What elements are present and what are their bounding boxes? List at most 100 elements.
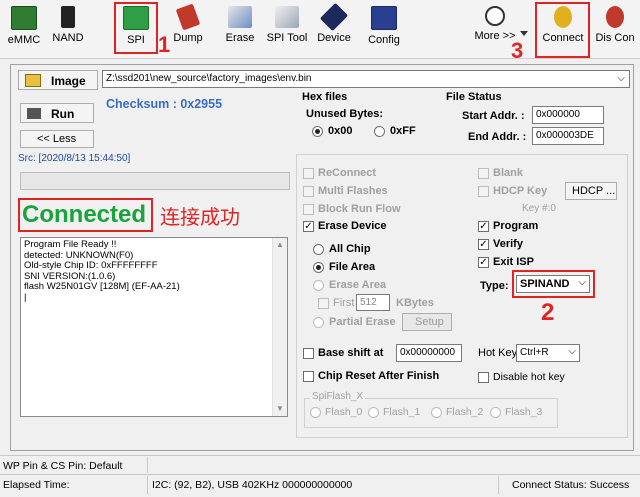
status-divider bbox=[0, 474, 640, 475]
erase-area-label: Erase Area bbox=[329, 279, 387, 291]
more-dropdown-arrow-icon bbox=[520, 31, 528, 36]
src-timestamp: Src: [2020/8/13 15:44:50] bbox=[18, 153, 131, 164]
hot-key-select[interactable]: Ctrl+R ⌵ bbox=[516, 344, 580, 362]
flash0-radio[interactable] bbox=[310, 407, 321, 418]
elapsed-time-label: Elapsed Time: bbox=[3, 479, 70, 491]
first-kbytes-field[interactable]: 512 bbox=[356, 294, 390, 311]
toolbar-erase-button[interactable]: Erase bbox=[218, 4, 262, 54]
file-area-radio[interactable] bbox=[313, 262, 324, 273]
annotation-number-3: 3 bbox=[511, 38, 524, 63]
status-divider bbox=[498, 476, 499, 494]
all-chip-label: All Chip bbox=[329, 243, 371, 255]
disconnect-icon bbox=[606, 6, 624, 28]
file-status-title: File Status bbox=[446, 91, 502, 103]
blank-label: Blank bbox=[493, 167, 523, 179]
toolbar-dump-button[interactable]: Dump bbox=[166, 3, 210, 54]
type-select[interactable]: SPINAND ⌵ bbox=[516, 275, 590, 293]
status-divider bbox=[0, 455, 640, 456]
flash1-radio[interactable] bbox=[368, 407, 379, 418]
annotation-connected-cn: 连接成功 bbox=[160, 205, 240, 229]
emmc-chip-icon bbox=[11, 6, 37, 30]
device-icon bbox=[319, 2, 349, 32]
status-divider bbox=[147, 476, 148, 494]
partial-erase-radio[interactable] bbox=[313, 317, 324, 328]
hdcp-key-label: HDCP Key bbox=[493, 185, 548, 197]
annotation-box-spi bbox=[114, 2, 158, 54]
checksum-label: Checksum : 0x2955 bbox=[106, 97, 223, 111]
disable-hot-key-checkbox[interactable] bbox=[478, 372, 489, 383]
toolbar-device-button[interactable]: Device bbox=[312, 2, 356, 54]
base-shift-checkbox[interactable] bbox=[303, 348, 314, 359]
chip-reset-checkbox[interactable] bbox=[303, 371, 314, 382]
disable-hot-key-label: Disable hot key bbox=[493, 371, 565, 383]
start-addr-label: Start Addr. : bbox=[462, 110, 525, 122]
image-path-value: Z:\ssd201\new_source\factory_images\env.… bbox=[106, 73, 312, 84]
config-icon bbox=[371, 6, 397, 30]
image-button[interactable]: Image bbox=[18, 70, 98, 90]
run-icon bbox=[27, 108, 41, 119]
flash3-radio[interactable] bbox=[490, 407, 501, 418]
radio-0xff[interactable] bbox=[374, 126, 385, 137]
unused-bytes-label: Unused Bytes: bbox=[306, 108, 384, 120]
i2c-usb-status: I2C: (92, B2), USB 402KHz 000000000000 bbox=[152, 479, 353, 491]
toolbar-nand-button[interactable]: NAND bbox=[48, 4, 88, 54]
toolbar-emmc-button[interactable]: eMMC bbox=[4, 4, 44, 54]
erase-area-radio[interactable] bbox=[313, 280, 324, 291]
toolbar-config-button[interactable]: Config bbox=[362, 4, 406, 54]
partial-erase-label: Partial Erase bbox=[329, 316, 396, 328]
key-number-label: Key #:0 bbox=[522, 203, 556, 214]
toolbar-disconnect-button[interactable]: Dis Con bbox=[592, 4, 638, 54]
all-chip-radio[interactable] bbox=[313, 244, 324, 255]
alarm-clock-icon bbox=[485, 6, 505, 26]
radio-0xff-label: 0xFF bbox=[390, 125, 416, 137]
run-button[interactable]: Run bbox=[20, 103, 94, 123]
radio-0x00[interactable] bbox=[312, 126, 323, 137]
log-line: Old-style Chip ID: 0xFFFFFFFF bbox=[24, 260, 158, 271]
log-line: flash W25N01GV [128M] (EF-AA-21) bbox=[24, 281, 180, 292]
exit-isp-checkbox[interactable]: ✓ bbox=[478, 257, 489, 268]
toolbar-spi-tool-button[interactable]: SPI Tool bbox=[262, 4, 312, 54]
reconnect-checkbox[interactable] bbox=[303, 168, 314, 179]
base-shift-field[interactable]: 0x00000000 bbox=[396, 344, 462, 362]
program-checkbox[interactable]: ✓ bbox=[478, 221, 489, 232]
flash0-label: Flash_0 bbox=[325, 406, 363, 418]
annotation-number-1: 1 bbox=[158, 32, 171, 57]
less-button[interactable]: << Less bbox=[20, 130, 94, 148]
hot-key-label: Hot Key bbox=[478, 347, 518, 359]
image-path-field[interactable]: Z:\ssd201\new_source\factory_images\env.… bbox=[102, 70, 630, 88]
erase-device-label: Erase Device bbox=[318, 220, 387, 232]
log-scrollbar[interactable]: ▲ ▼ bbox=[272, 238, 287, 416]
log-box[interactable]: Program File Ready !! detected: UNKNOWN(… bbox=[20, 237, 288, 417]
start-addr-field[interactable]: 0x000000 bbox=[532, 106, 604, 124]
log-line: | bbox=[24, 291, 27, 303]
annotation-number-2: 2 bbox=[541, 299, 555, 326]
chevron-down-icon: ⌵ bbox=[617, 73, 625, 84]
scroll-down-icon: ▼ bbox=[276, 403, 284, 413]
block-run-flow-checkbox[interactable] bbox=[303, 204, 314, 215]
flash3-label: Flash_3 bbox=[505, 406, 543, 418]
program-label: Program bbox=[493, 220, 539, 232]
radio-0x00-label: 0x00 bbox=[328, 125, 353, 137]
dump-icon bbox=[175, 3, 201, 31]
scroll-up-icon: ▲ bbox=[276, 240, 284, 249]
nand-chip-icon bbox=[61, 6, 75, 28]
toolbar: eMMC NAND SPI Dump Erase SPI Tool Device bbox=[0, 0, 640, 59]
first-checkbox[interactable] bbox=[318, 298, 329, 309]
setup-button[interactable]: Setup bbox=[402, 313, 452, 331]
spiflash-group-title: SpiFlash_X bbox=[310, 391, 366, 402]
blank-checkbox[interactable] bbox=[478, 168, 489, 179]
hdcp-browse-button[interactable]: HDCP ... bbox=[565, 182, 617, 200]
folder-icon bbox=[25, 74, 41, 87]
verify-checkbox[interactable]: ✓ bbox=[478, 239, 489, 250]
end-addr-field[interactable]: 0x000003DE bbox=[532, 127, 604, 145]
chevron-down-icon: ⌵ bbox=[578, 277, 586, 288]
multi-flashes-label: Multi Flashes bbox=[318, 185, 388, 197]
multi-flashes-checkbox[interactable] bbox=[303, 186, 314, 197]
hdcp-key-checkbox[interactable] bbox=[478, 186, 489, 197]
erase-device-checkbox[interactable]: ✓ bbox=[303, 221, 314, 232]
flash2-radio[interactable] bbox=[431, 407, 442, 418]
chevron-down-icon: ⌵ bbox=[568, 346, 576, 357]
reconnect-label: ReConnect bbox=[318, 167, 377, 179]
base-shift-label: Base shift at bbox=[318, 347, 384, 359]
spi-tool-icon bbox=[275, 6, 299, 28]
